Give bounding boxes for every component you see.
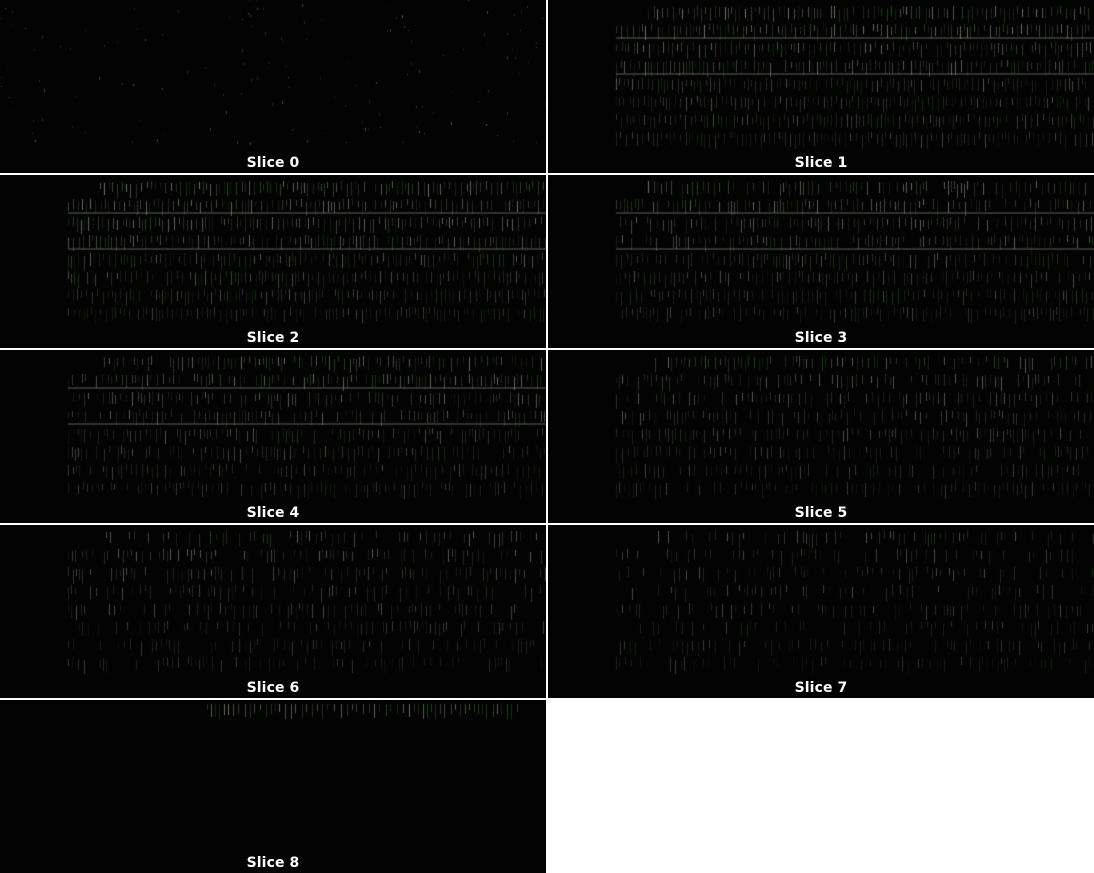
slice-label-3: Slice 3 bbox=[794, 330, 848, 346]
slice-image-0 bbox=[0, 0, 546, 173]
slice-tile-7: Slice 7 bbox=[548, 525, 1094, 698]
slice-tile-8: Slice 8 bbox=[0, 700, 546, 873]
slice-tile-0: Slice 0 bbox=[0, 0, 546, 173]
slice-label-5: Slice 5 bbox=[794, 505, 848, 521]
slice-image-1 bbox=[548, 0, 1094, 173]
slice-label-0: Slice 0 bbox=[246, 155, 300, 171]
slice-tile-1: Slice 1 bbox=[548, 0, 1094, 173]
slice-tile-6: Slice 6 bbox=[0, 525, 546, 698]
slice-image-5 bbox=[548, 350, 1094, 523]
slice-image-8 bbox=[0, 700, 546, 873]
slice-image-3 bbox=[548, 175, 1094, 348]
slice-image-2 bbox=[0, 175, 546, 348]
empty-cell bbox=[548, 700, 1094, 873]
slice-label-2: Slice 2 bbox=[246, 330, 300, 346]
slice-mosaic: Slice 0 Slice 1 Slice 2 Slice 3 Slice 4 … bbox=[0, 0, 1094, 873]
slice-label-1: Slice 1 bbox=[794, 155, 848, 171]
slice-image-7 bbox=[548, 525, 1094, 698]
slice-label-6: Slice 6 bbox=[246, 680, 300, 696]
slice-tile-2: Slice 2 bbox=[0, 175, 546, 348]
slice-label-8: Slice 8 bbox=[246, 855, 300, 871]
slice-image-6 bbox=[0, 525, 546, 698]
slice-label-4: Slice 4 bbox=[246, 505, 300, 521]
slice-tile-4: Slice 4 bbox=[0, 350, 546, 523]
slice-tile-5: Slice 5 bbox=[548, 350, 1094, 523]
slice-tile-3: Slice 3 bbox=[548, 175, 1094, 348]
slice-image-4 bbox=[0, 350, 546, 523]
slice-label-7: Slice 7 bbox=[794, 680, 848, 696]
